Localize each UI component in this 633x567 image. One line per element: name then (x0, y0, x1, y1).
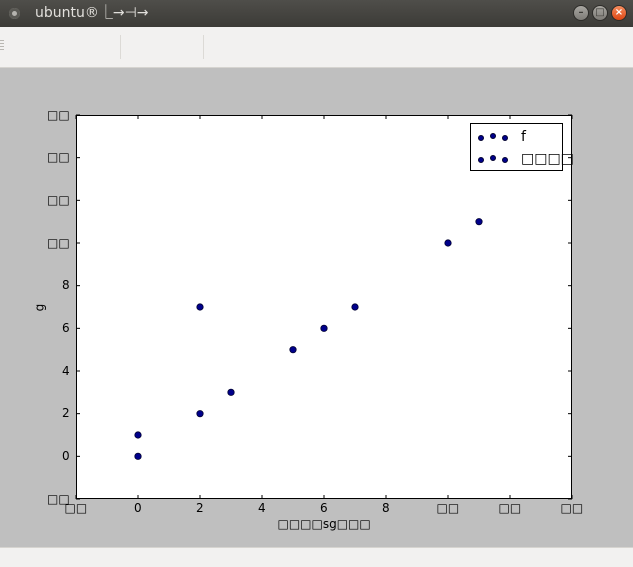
y-tick-label: □□ (47, 192, 70, 207)
figure-canvas: □□ 0 2 4 6 8 □□ □□ □□ □□ 0 2 4 6 8 □□ □□ □□ □□ □□□□sg□□□ … (0, 68, 633, 547)
legend-marker-icon (477, 154, 509, 164)
x-tick-label: □□ (560, 501, 584, 515)
x-tick-label: 0 (134, 501, 142, 515)
y-tick-label: □□ (47, 150, 70, 165)
y-tick-label: 8 (62, 278, 70, 293)
y-tick-label: □□ (47, 491, 70, 506)
maximize-button[interactable]: □ (592, 5, 608, 21)
x-tick-label: 4 (258, 501, 266, 515)
legend-item: □□□□ (477, 149, 574, 169)
data-point (320, 324, 328, 332)
close-button[interactable]: × (611, 5, 627, 21)
window-controls: – □ × (573, 5, 627, 21)
status-bar (0, 547, 633, 567)
x-tick-label: □□ (436, 501, 460, 515)
legend-marker-icon (477, 132, 509, 142)
toolbar-separator (203, 35, 204, 59)
legend-label: □□□□ (521, 151, 574, 167)
toolbar-separator (120, 35, 121, 59)
data-point (196, 303, 204, 311)
y-tick-label: □□ (47, 235, 70, 250)
y-tick-label: 2 (62, 406, 70, 421)
data-point (196, 410, 204, 418)
x-tick-label: 6 (320, 501, 328, 515)
window-title: ubuntu®⎿→⊣→ (35, 5, 149, 21)
y-axis-title: g (32, 303, 47, 311)
legend: f □□□□ (470, 123, 574, 171)
data-point (227, 388, 235, 396)
title-bar: ubuntu®⎿→⊣→ – □ × (0, 0, 633, 27)
data-point (351, 303, 359, 311)
x-tick-label: 8 (382, 501, 390, 515)
data-point (475, 218, 483, 226)
x-axis-title: □□□□sg□□□ (277, 517, 371, 531)
data-point (134, 431, 142, 439)
data-point (444, 239, 452, 247)
minimize-button[interactable]: – (573, 5, 589, 21)
legend-item: f (477, 127, 526, 147)
x-tick-label: □□ (498, 501, 522, 515)
legend-label: f (521, 129, 526, 145)
y-tick-label: 6 (62, 320, 70, 335)
toolbar (0, 27, 633, 68)
y-tick-label: 4 (62, 363, 70, 378)
app-icon (9, 8, 20, 19)
x-tick-label: 2 (196, 501, 204, 515)
y-tick-label: □□ (47, 107, 70, 122)
data-point (134, 452, 142, 460)
toolbar-grip-handle[interactable] (0, 40, 4, 52)
y-tick-label: 0 (62, 448, 70, 463)
data-point (289, 346, 297, 354)
